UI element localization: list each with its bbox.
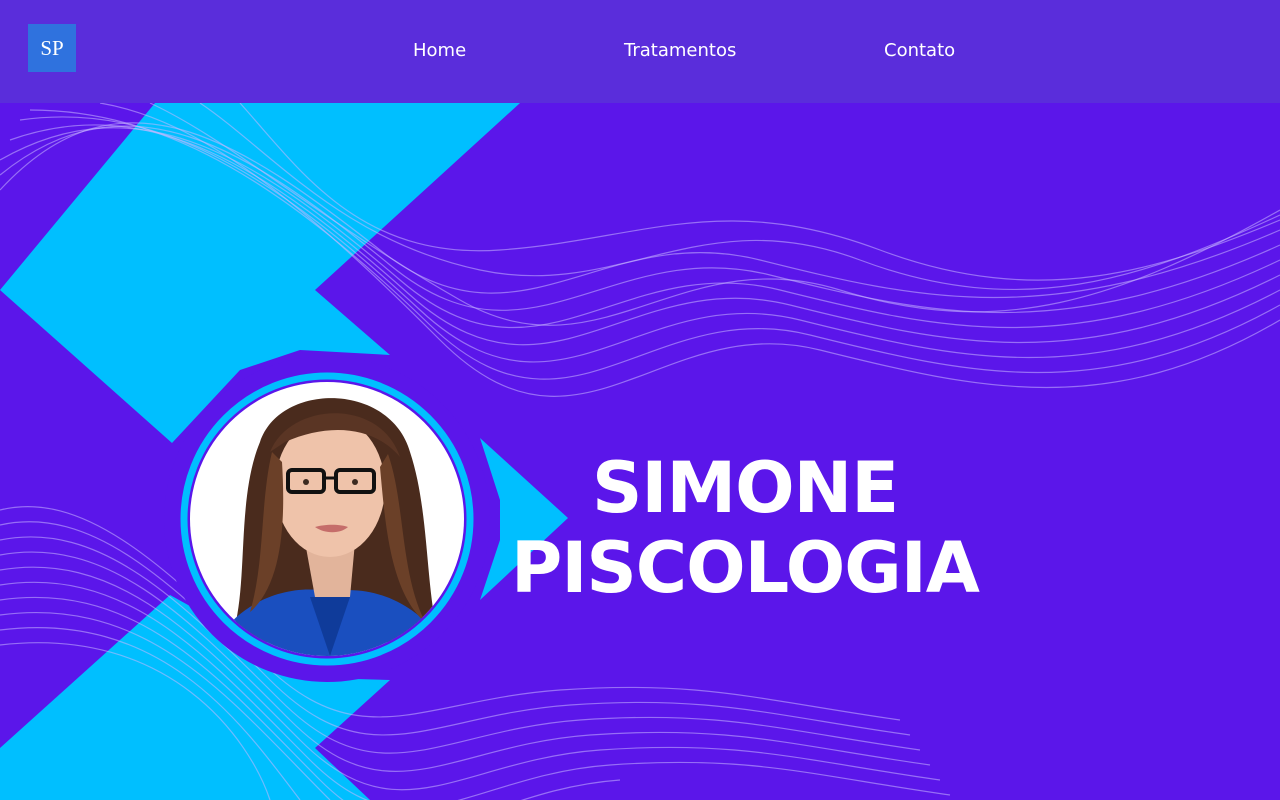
nav-link-tratamentos[interactable]: Tratamentos [624, 39, 736, 63]
logo[interactable]: SP [28, 24, 76, 72]
nav-link-home[interactable]: Home [413, 39, 466, 63]
hero-title: SIMONE PISCOLOGIA [0, 448, 1280, 608]
hero-title-line-2: PISCOLOGIA [511, 527, 980, 609]
landing-page: SP Home Tratamentos Contato SIMONE PISCO… [0, 0, 1280, 800]
hero-title-line-1: SIMONE [591, 447, 899, 529]
nav-link-contato[interactable]: Contato [884, 39, 955, 63]
navbar: SP Home Tratamentos Contato [0, 0, 1280, 103]
